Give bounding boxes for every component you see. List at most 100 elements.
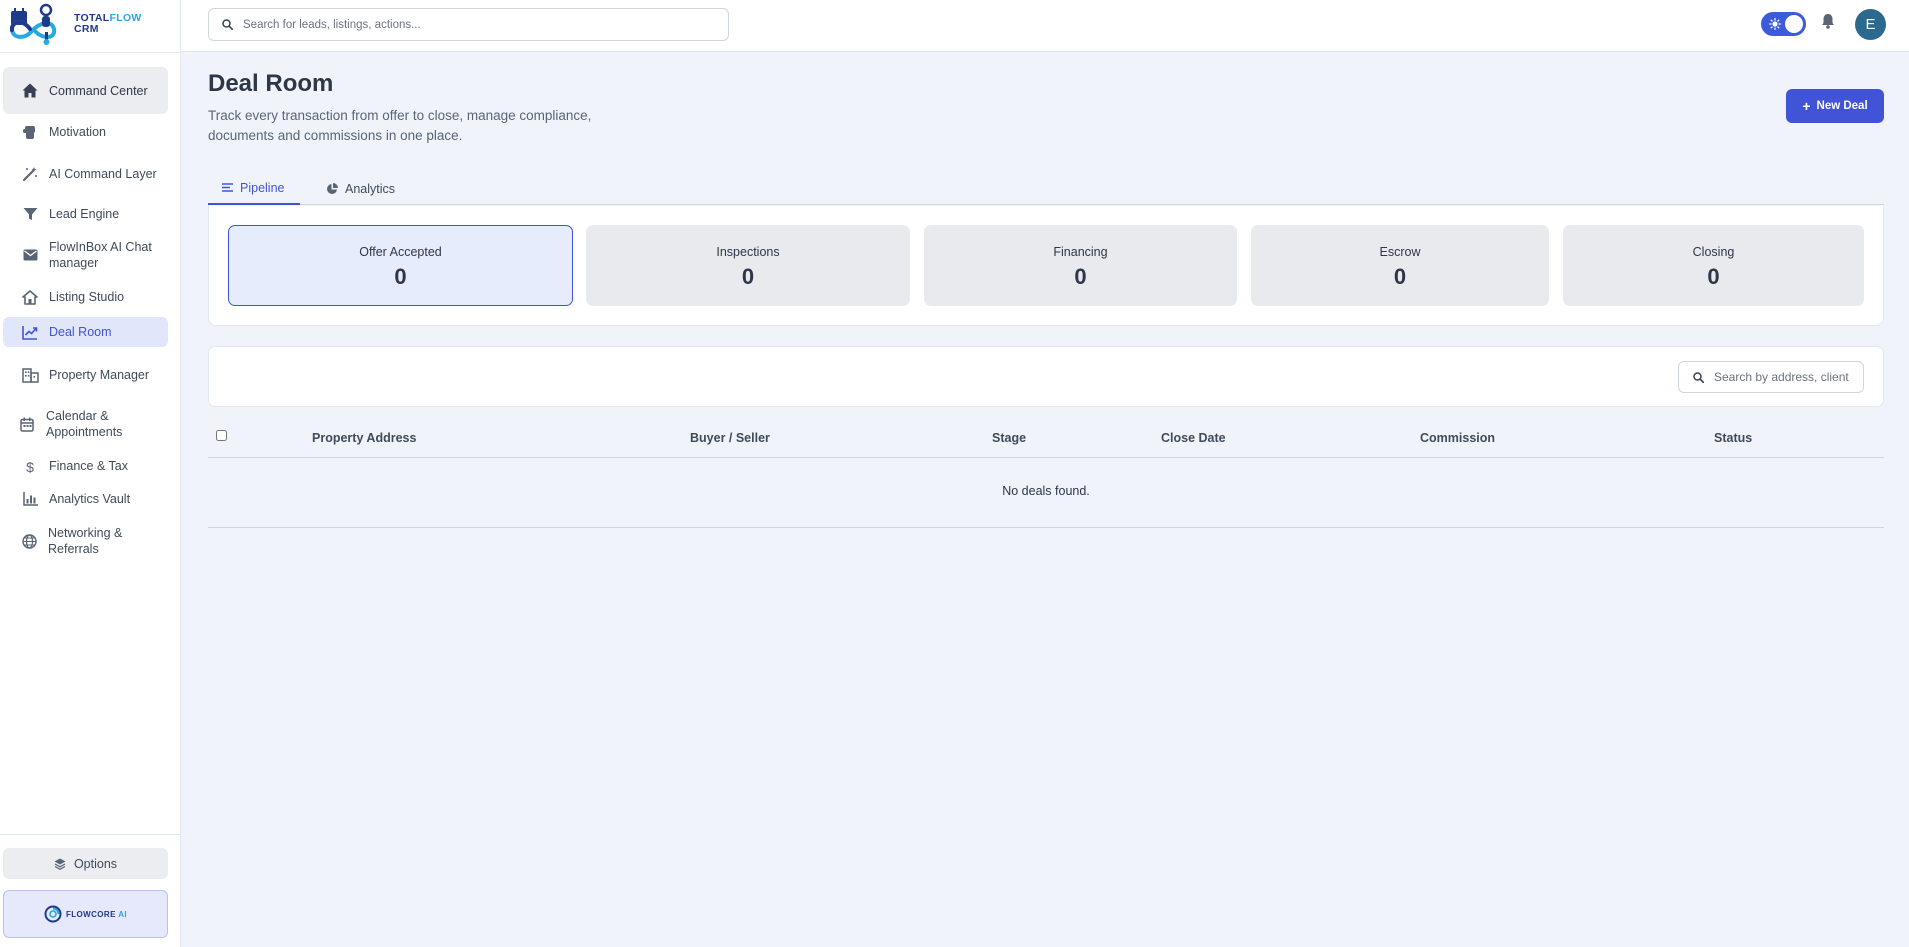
- sidebar-item-label: Lead Engine: [49, 207, 120, 221]
- layers-icon: [54, 858, 66, 870]
- search-icon: [1693, 371, 1704, 383]
- sidebar-item-label: Analytics Vault: [49, 492, 131, 506]
- sidebar-item-property-manager[interactable]: Property Manager: [3, 356, 168, 394]
- flowcore-ai: AI: [118, 909, 127, 919]
- sidebar-item-label: Command Center: [49, 83, 148, 98]
- stage-label: Escrow: [1379, 245, 1421, 259]
- table-toolbar: [208, 346, 1884, 407]
- mail-icon: [21, 246, 39, 264]
- logo-mark-icon: [8, 2, 72, 46]
- stage-count: 0: [1707, 264, 1720, 289]
- empty-state-row: No deals found.: [208, 459, 1884, 528]
- sidebar-item-label: Deal Room: [49, 325, 112, 339]
- sun-icon: [1769, 18, 1781, 30]
- bar-chart-icon: [21, 490, 39, 508]
- sidebar-item-analytics-vault[interactable]: Analytics Vault: [3, 486, 168, 512]
- sidebar-item-label: AI Command Layer: [49, 167, 157, 181]
- sidebar-item-listing-studio[interactable]: Listing Studio: [3, 284, 168, 310]
- sidebar-item-motivation[interactable]: Motivation: [3, 119, 168, 145]
- calendar-icon: [18, 415, 36, 433]
- new-deal-button[interactable]: + New Deal: [1786, 89, 1884, 123]
- avatar[interactable]: E: [1855, 9, 1886, 40]
- empty-state-message: No deals found.: [1002, 484, 1090, 498]
- column-header-close-date[interactable]: Close Date: [1161, 431, 1226, 445]
- sidebar-item-label: Property Manager: [49, 368, 150, 382]
- sidebar-item-label: Networking & Referrals: [48, 526, 123, 556]
- totalflow-logo[interactable]: TOTALFLOW CRM: [8, 2, 158, 46]
- top-bar: E: [181, 0, 1909, 52]
- sidebar-item-calendar[interactable]: Calendar & Appointments: [3, 405, 168, 443]
- stage-label: Closing: [1692, 245, 1735, 259]
- funnel-icon: [21, 205, 39, 223]
- stage-card-closing[interactable]: Closing 0: [1563, 225, 1864, 306]
- pie-chart-icon: [326, 182, 338, 195]
- tab-analytics[interactable]: Analytics: [326, 172, 395, 205]
- sidebar-item-label: Finance & Tax: [49, 459, 128, 473]
- column-header-status[interactable]: Status: [1714, 431, 1752, 445]
- page-subtitle: Track every transaction from offer to cl…: [208, 108, 592, 143]
- fist-icon: [21, 123, 39, 141]
- logo-text-crm: CRM: [74, 23, 99, 35]
- sidebar-divider: [0, 52, 181, 53]
- deal-chart-icon: [21, 323, 39, 341]
- sidebar-item-lead-engine[interactable]: Lead Engine: [3, 201, 168, 227]
- magic-wand-icon: [21, 165, 39, 183]
- sidebar-item-label: Calendar & Appointments: [46, 409, 123, 439]
- toggle-knob: [1785, 15, 1803, 33]
- flowcore-name: FLOWCORE: [65, 909, 116, 919]
- svg-text:$: $: [26, 459, 34, 474]
- stage-label: Offer Accepted: [359, 245, 442, 259]
- column-header-stage[interactable]: Stage: [992, 431, 1026, 445]
- stage-count: 0: [394, 264, 407, 289]
- new-deal-label: New Deal: [1816, 100, 1868, 112]
- sidebar-item-ai-command-layer[interactable]: AI Command Layer: [3, 155, 168, 193]
- sidebar-item-networking[interactable]: Networking & Referrals: [3, 522, 168, 560]
- deal-search[interactable]: [1678, 361, 1864, 393]
- dollar-icon: $: [21, 457, 39, 475]
- sidebar-item-label: Motivation: [49, 125, 106, 139]
- stage-card-escrow[interactable]: Escrow 0: [1251, 225, 1549, 306]
- globe-icon: [20, 532, 38, 550]
- tab-label: Analytics: [345, 181, 396, 196]
- tab-pipeline[interactable]: Pipeline: [208, 172, 301, 205]
- stage-count: 0: [1393, 264, 1407, 289]
- stage-label: Inspections: [716, 245, 780, 259]
- home-icon: [21, 82, 39, 100]
- flowcore-ai-badge[interactable]: FLOWCORE AI: [3, 890, 168, 938]
- global-search[interactable]: [208, 8, 729, 41]
- sidebar-item-flowinbox[interactable]: FlowInBox AI Chat manager: [3, 236, 168, 274]
- column-header-property-address[interactable]: Property Address: [312, 431, 416, 445]
- column-header-commission[interactable]: Commission: [1420, 431, 1495, 445]
- stage-count: 0: [1074, 264, 1087, 289]
- tab-bar: Pipeline Analytics: [208, 172, 1884, 205]
- stage-label: Financing: [1053, 245, 1108, 259]
- page-title: Deal Room: [208, 70, 334, 97]
- house-icon: [21, 288, 39, 306]
- deals-table-header: Property Address Buyer / Seller Stage Cl…: [208, 425, 1884, 458]
- pipeline-stages: Offer Accepted 0 Inspections 0 Financing…: [208, 206, 1884, 326]
- list-icon: [222, 183, 233, 192]
- sidebar-item-finance-tax[interactable]: $ Finance & Tax: [3, 453, 168, 479]
- global-search-input[interactable]: [243, 18, 703, 31]
- sidebar-item-label: FlowInBox AI Chat manager: [49, 240, 152, 270]
- deal-search-input[interactable]: [1714, 370, 1854, 384]
- theme-toggle[interactable]: [1761, 12, 1806, 36]
- stage-card-offer-accepted[interactable]: Offer Accepted 0: [228, 225, 573, 306]
- select-all-checkbox[interactable]: [216, 430, 227, 441]
- buildings-icon: [21, 366, 39, 384]
- sidebar-item-label: Listing Studio: [49, 290, 125, 304]
- sidebar-bottom-divider: [0, 834, 181, 835]
- sidebar-item-deal-room[interactable]: Deal Room: [3, 317, 168, 347]
- plus-icon: +: [1802, 98, 1811, 114]
- logo-text-flow: FLOW: [109, 12, 142, 24]
- stage-card-financing[interactable]: Financing 0: [924, 225, 1237, 306]
- sidebar: TOTALFLOW CRM Command Center Motivation …: [0, 0, 181, 947]
- sidebar-item-command-center[interactable]: Command Center: [3, 67, 168, 114]
- stage-card-inspections[interactable]: Inspections 0: [586, 225, 910, 306]
- column-header-buyer-seller[interactable]: Buyer / Seller: [690, 431, 770, 445]
- options-label: Options: [73, 856, 118, 871]
- tab-label: Pipeline: [240, 180, 285, 195]
- options-button[interactable]: Options: [3, 848, 168, 879]
- bell-icon[interactable]: [1821, 13, 1835, 29]
- flowcore-swirl-icon: [44, 905, 62, 923]
